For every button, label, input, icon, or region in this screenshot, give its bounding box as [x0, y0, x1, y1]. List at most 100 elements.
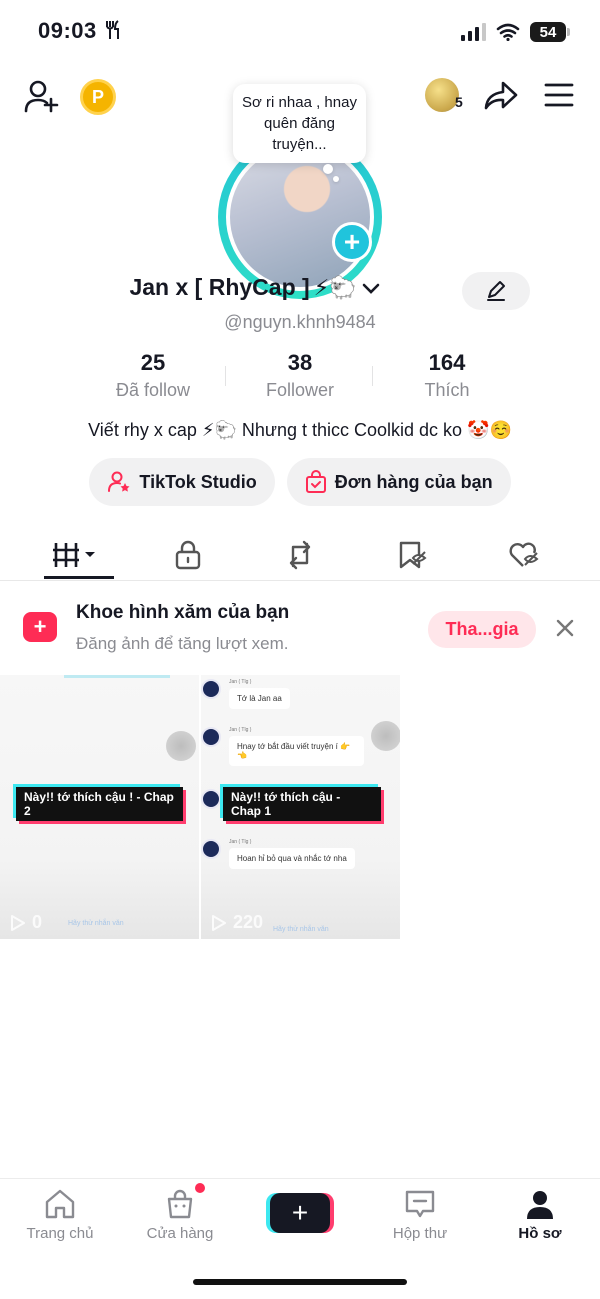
battery-level: 54 [539, 23, 557, 41]
create-icon: + [270, 1193, 330, 1233]
view-count-text: 220 [233, 912, 264, 932]
avatar-placeholder [166, 731, 196, 761]
tab-liked[interactable] [468, 530, 580, 580]
nav-label: Cửa hàng [146, 1225, 214, 1242]
stat-value: 38 [287, 350, 313, 375]
status-icons: 54 [460, 22, 570, 42]
avatar-placeholder [371, 721, 400, 751]
bubble-tail-small [333, 176, 339, 182]
profile-icon [527, 1191, 553, 1219]
tab-videos[interactable] [20, 530, 132, 580]
liked-icon [509, 542, 539, 567]
tab-reposts[interactable] [244, 530, 356, 580]
nav-shop[interactable]: Cửa hàng [125, 1189, 235, 1242]
menu-icon[interactable] [544, 82, 574, 108]
video-thumbnail[interactable]: Jan ( Tlg ) Tớ là Jan aa Jan ( Tlg ) Hna… [201, 675, 400, 939]
wifi-icon [496, 23, 520, 41]
stat-label: Thích [424, 380, 470, 400]
profile-photo [226, 143, 374, 291]
friends-count: 5 [455, 94, 463, 110]
video-cover-title: Này!! tớ thích cậu - Chap 1 [223, 787, 381, 821]
tab-favorites[interactable] [356, 530, 468, 580]
cover-line [64, 675, 170, 678]
video-faint-text: Hãy thử nhắn văn [68, 920, 124, 927]
join-button[interactable]: Tha...gia [428, 611, 536, 648]
chat-message: Jan ( Tlg ) Hoan hỉ bỏ qua và nhắc tớ nh… [201, 839, 355, 869]
home-icon [45, 1189, 75, 1219]
chat-message: Jan ( Tlg ) Hnay tớ bắt đầu viết truyện … [201, 727, 364, 766]
profile-tabs [20, 530, 580, 580]
pencil-icon [487, 281, 505, 301]
tabs-divider [0, 580, 600, 581]
action-buttons: TikTok Studio Đơn hàng của bạn [0, 458, 600, 506]
inbox-icon [405, 1190, 435, 1218]
chat-text: Hnay tớ bắt đầu viết truyện í 👉👈 [229, 736, 364, 766]
nav-profile[interactable]: Hồ sơ [485, 1189, 595, 1242]
repost-icon [289, 540, 311, 570]
nav-label: Hộp thư [392, 1225, 448, 1242]
edit-profile-button[interactable] [462, 272, 530, 310]
status-time: 09:03 [38, 18, 121, 44]
note-bubble[interactable]: Sơ ri nhaa , hnay quên đăng truyện... [233, 84, 366, 163]
battery-icon: 54 [530, 22, 570, 42]
chat-avatar [201, 839, 221, 859]
chat-name: Jan ( Tlg ) [229, 727, 252, 733]
stat-following[interactable]: 25 Đã follow [80, 350, 226, 401]
banner-subtitle: Đăng ảnh để tăng lượt xem. [76, 634, 289, 653]
stat-label: Đã follow [115, 380, 191, 400]
chat-name: Jan ( Tlg ) [229, 839, 252, 845]
stat-likes[interactable]: 164 Thích [374, 350, 520, 401]
grid-icon [53, 543, 95, 567]
stat-value: 25 [140, 350, 166, 375]
name-emoji: ⚡🐑 [313, 274, 357, 300]
video-faint-text: Hãy thử nhắn văn [273, 926, 329, 933]
stat-divider [225, 366, 226, 386]
nav-label: Hồ sơ [518, 1225, 562, 1242]
tab-private[interactable] [132, 530, 244, 580]
fork-knife-icon [106, 20, 120, 39]
coin-letter: P [91, 86, 104, 107]
lock-icon [175, 540, 201, 570]
bio: Viết rhy x cap ⚡🐑 Nhưng t thicc Coolkid … [88, 420, 512, 440]
coin-icon[interactable]: P [80, 79, 116, 115]
view-count: 220 [211, 912, 263, 933]
create-button[interactable]: + [270, 1193, 330, 1233]
chat-text: Hoan hỉ bỏ qua và nhắc tớ nha [229, 848, 355, 869]
chat-avatar [201, 789, 221, 809]
add-friend-icon[interactable] [24, 79, 60, 113]
nav-inbox[interactable]: Hộp thư [365, 1189, 475, 1242]
add-story-button[interactable]: + [332, 222, 372, 262]
chat-avatar [201, 679, 221, 699]
tiktok-studio-button[interactable]: TikTok Studio [89, 458, 275, 506]
signal-icon [461, 23, 486, 41]
stats-row: 25 Đã follow 38 Follower 164 Thích [80, 350, 520, 401]
nav-label: Trang chủ [26, 1225, 94, 1242]
play-icon [212, 914, 226, 931]
orders-button[interactable]: Đơn hàng của bạn [286, 458, 511, 506]
share-icon[interactable] [483, 80, 519, 112]
stat-followers[interactable]: 38 Follower [227, 350, 373, 401]
video-thumbnail[interactable]: Này!! tớ thích cậu ! - Chap 2 Hãy thử nh… [0, 675, 199, 939]
display-name: Jan x [ RhyCap ] [129, 274, 310, 300]
video-cover-title: Này!! tớ thích cậu ! - Chap 2 [16, 787, 183, 821]
studio-label: TikTok Studio [139, 471, 257, 492]
nav-home[interactable]: Trang chủ [5, 1189, 115, 1242]
chevron-down-icon[interactable] [361, 281, 381, 295]
view-count-text: 0 [32, 912, 43, 932]
home-indicator [193, 1279, 407, 1285]
banner-title: Khoe hình xăm của bạn [76, 602, 290, 623]
bubble-tail [323, 164, 333, 174]
shopping-bag-icon [305, 470, 326, 493]
username: @nguyn.khnh9484 [224, 312, 376, 332]
banner-plus-icon: + [23, 612, 57, 642]
view-count: 0 [10, 912, 42, 933]
stat-label: Follower [265, 380, 335, 400]
stat-value: 164 [428, 350, 466, 375]
close-icon[interactable] [554, 617, 576, 639]
active-tab-indicator [44, 576, 114, 579]
bookmark-icon [399, 541, 427, 569]
shop-icon [167, 1189, 193, 1219]
chat-avatar [201, 727, 221, 747]
note-text: Sơ ri nhaa , hnay quên đăng truyện... [242, 94, 357, 153]
friends-avatar[interactable] [425, 78, 459, 112]
